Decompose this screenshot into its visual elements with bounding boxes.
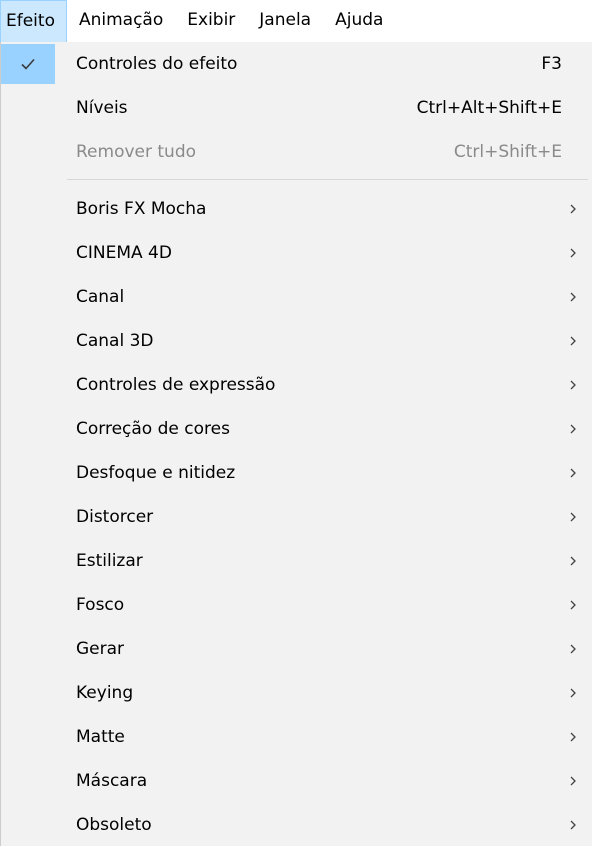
submenu-item[interactable]: Matte [1,715,592,759]
submenu-item[interactable]: Desfoque e nitidez [1,451,592,495]
chevron-right-icon [568,773,578,789]
submenu-item-label: Canal 3D [76,331,154,351]
chevron-right-icon [568,465,578,481]
submenu-item-label: Boris FX Mocha [76,199,207,219]
menubar-ajuda[interactable]: Ajuda [323,0,395,42]
submenu-item[interactable]: Gerar [1,627,592,671]
chevron-right-icon [568,729,578,745]
submenu-item[interactable]: Canal [1,275,592,319]
submenu-item[interactable]: Correção de cores [1,407,592,451]
menubar-efeito[interactable]: Efeito [0,0,67,42]
submenu-list: Boris FX Mocha CINEMA 4D Canal Canal 3D Cont… [1,187,592,847]
submenu-item[interactable]: Controles de expressão [1,363,592,407]
submenu-item[interactable]: Canal 3D [1,319,592,363]
submenu-item[interactable]: Fosco [1,583,592,627]
submenu-item-label: Canal [76,287,125,307]
chevron-right-icon [568,597,578,613]
chevron-right-icon [568,553,578,569]
chevron-right-icon [568,333,578,349]
menu-item-shortcut: Ctrl+Alt+Shift+E [416,98,562,118]
menu-item-remover-tudo: Remover tudo Ctrl+Shift+E [1,130,592,174]
chevron-right-icon [568,289,578,305]
submenu-item-label: Keying [76,683,134,703]
chevron-right-icon [568,641,578,657]
submenu-item-label: CINEMA 4D [76,243,172,263]
menu-item-shortcut: F3 [541,54,562,74]
submenu-item-label: Controles de expressão [76,375,276,395]
menu-item-label: Remover tudo [76,142,197,162]
menu-separator [67,179,588,180]
chevron-right-icon [568,201,578,217]
menu-item-shortcut: Ctrl+Shift+E [453,142,562,162]
submenu-item[interactable]: Keying [1,671,592,715]
chevron-right-icon [568,245,578,261]
chevron-right-icon [568,377,578,393]
menu-bar: Efeito Animação Exibir Janela Ajuda [0,0,592,42]
submenu-item-label: Distorcer [76,507,154,527]
submenu-item[interactable]: Máscara [1,759,592,803]
menu-item-controles-do-efeito[interactable]: Controles do efeito F3 [1,42,592,86]
submenu-item[interactable]: Estilizar [1,539,592,583]
menu-item-label: Níveis [76,98,128,118]
submenu-item-label: Correção de cores [76,419,230,439]
menubar-exibir[interactable]: Exibir [175,0,247,42]
menu-item-label: Controles do efeito [76,54,238,74]
chevron-right-icon [568,421,578,437]
submenu-item-label: Estilizar [76,551,143,571]
submenu-item-label: Desfoque e nitidez [76,463,236,483]
submenu-item[interactable]: Distorcer [1,495,592,539]
menu-item-niveis[interactable]: Níveis Ctrl+Alt+Shift+E [1,86,592,130]
chevron-right-icon [568,509,578,525]
submenu-item[interactable]: Obsoleto [1,803,592,847]
submenu-item[interactable]: CINEMA 4D [1,231,592,275]
submenu-item-label: Fosco [76,595,125,615]
efeito-dropdown-menu: Controles do efeito F3 Níveis Ctrl+Alt+S… [0,42,592,846]
submenu-item-label: Gerar [76,639,125,659]
submenu-item-label: Obsoleto [76,815,152,835]
menubar-animacao[interactable]: Animação [67,0,175,42]
submenu-item[interactable]: Boris FX Mocha [1,187,592,231]
submenu-item-label: Máscara [76,771,148,791]
chevron-right-icon [568,685,578,701]
checkmark-icon [1,44,55,84]
menubar-janela[interactable]: Janela [247,0,323,42]
submenu-item-label: Matte [76,727,125,747]
chevron-right-icon [568,817,578,833]
